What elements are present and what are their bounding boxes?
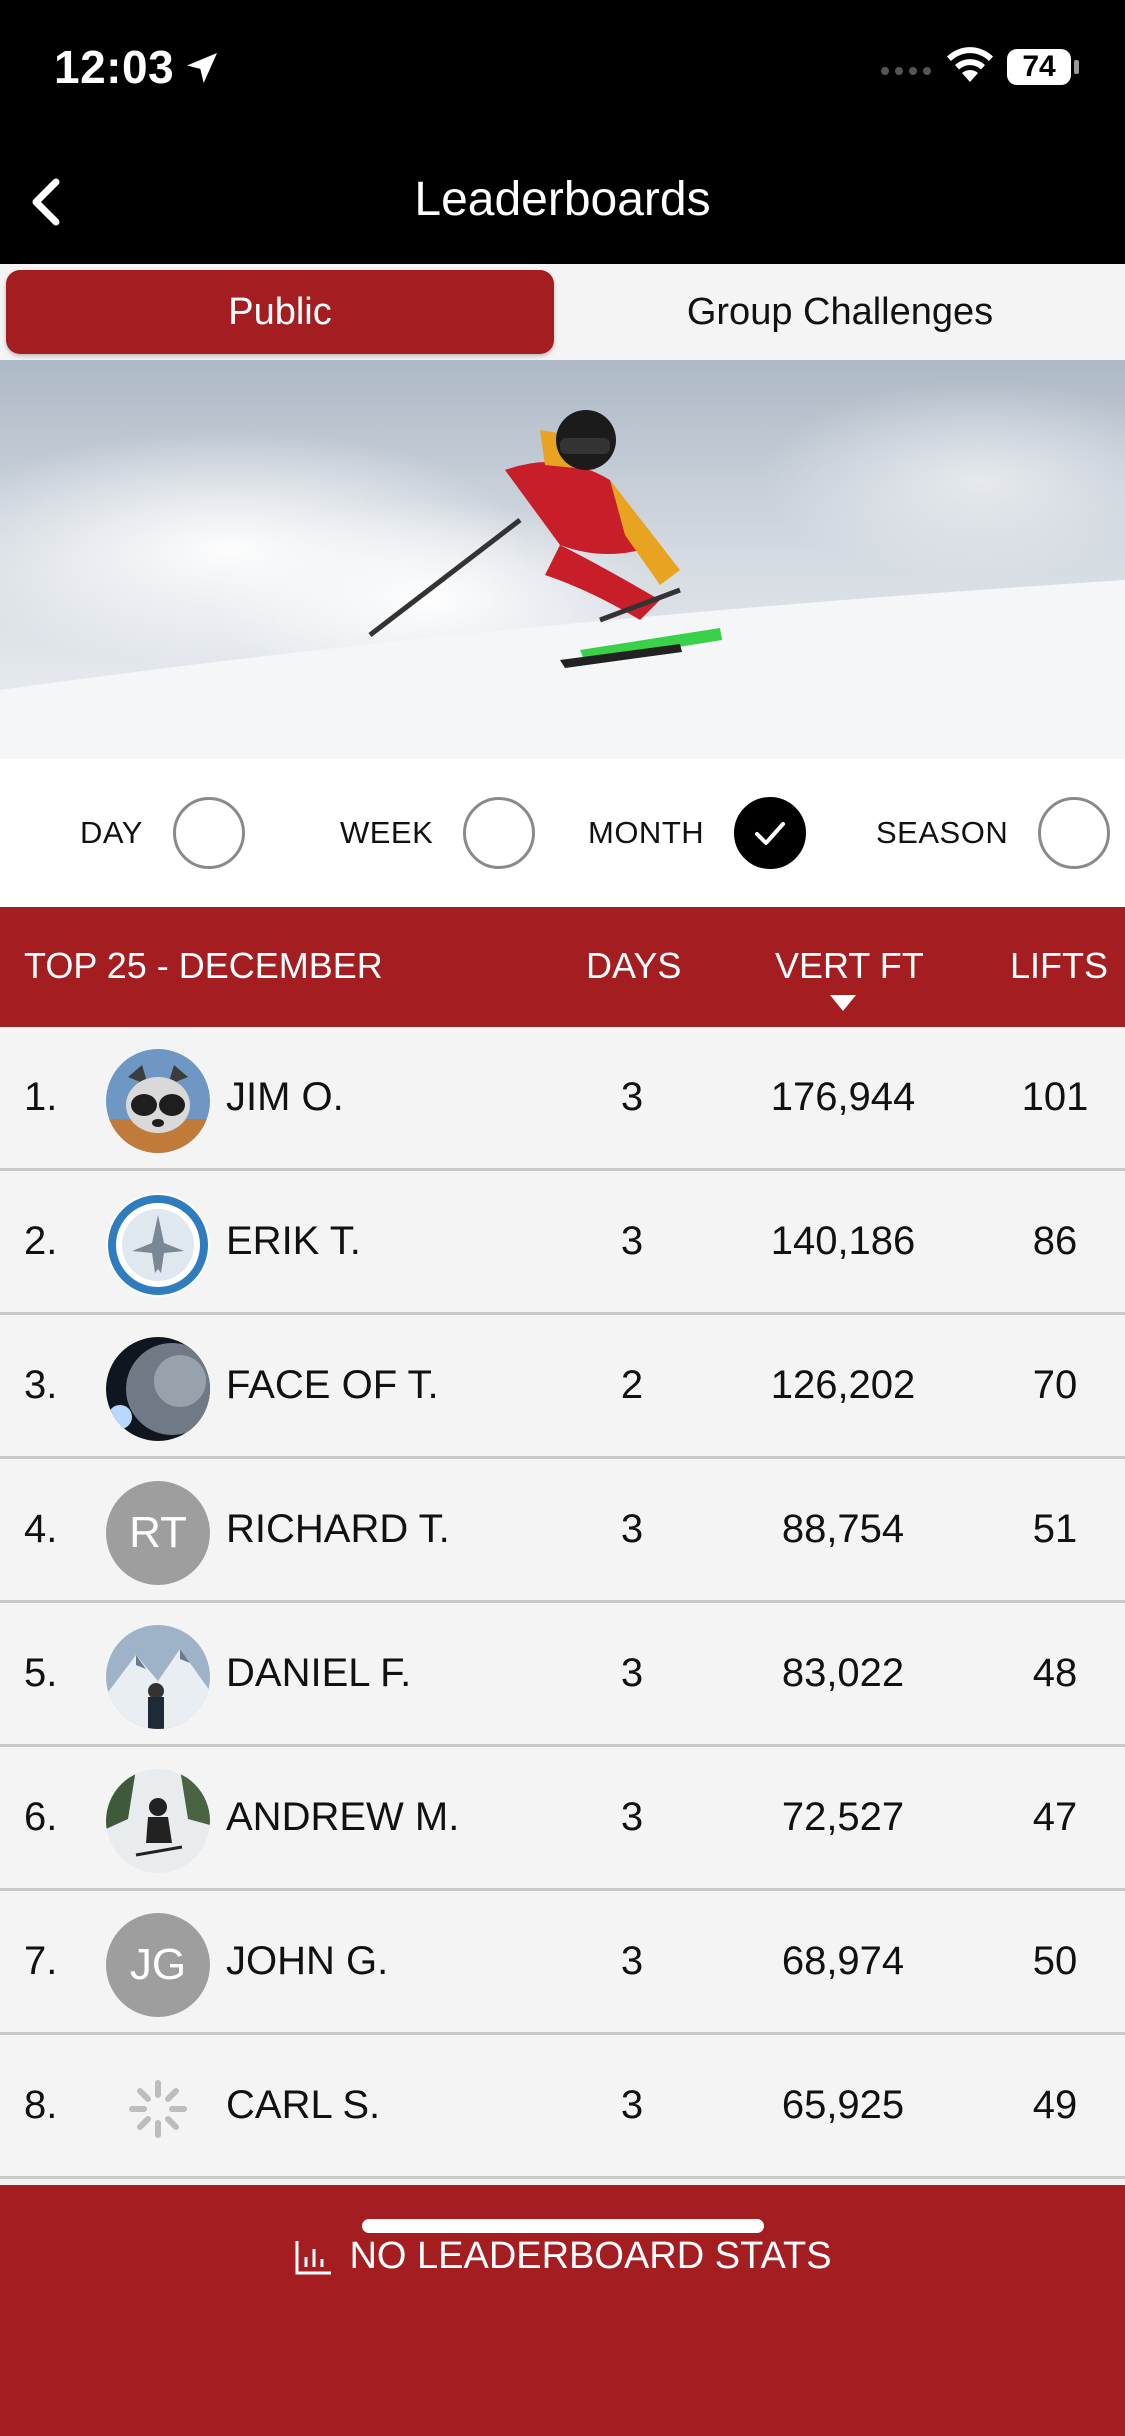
table-row[interactable]: 5. DANIEL F. 3 83,022 48 <box>0 1603 1125 1747</box>
row-lifts: 49 <box>1032 2083 1078 2127</box>
table-row[interactable]: 3. FACE OF T. 2 126,202 70 <box>0 1315 1125 1459</box>
home-indicator[interactable] <box>362 2219 764 2233</box>
row-days: 3 <box>620 2083 644 2127</box>
row-rank: 7. <box>24 1939 58 1983</box>
row-vert: 65,925 <box>781 2083 905 2127</box>
row-lifts: 86 <box>1032 1219 1078 1263</box>
raccoon-avatar <box>106 1049 210 1153</box>
wifi-icon <box>947 47 993 82</box>
period-week[interactable]: WEEK <box>340 759 536 907</box>
no-leaderboard-stats-label: NO LEADERBOARD STATS <box>349 2235 832 2277</box>
period-month-label: MONTH <box>588 815 705 850</box>
cellular-signal-icon <box>881 67 931 75</box>
row-rank: 6. <box>24 1795 58 1839</box>
leaderboard-list: 1. JIM O. 3 176,944 101 2. ERIK T. 3 140… <box>0 1027 1125 2179</box>
row-lifts: 47 <box>1032 1795 1078 1839</box>
row-rank: 1. <box>24 1075 58 1119</box>
row-vert: 126,202 <box>770 1363 916 1407</box>
status-bar: 12:03 74 <box>0 0 1125 140</box>
row-vert: 88,754 <box>781 1507 905 1551</box>
period-season[interactable]: SEASON <box>876 759 1111 907</box>
initials-avatar: JG <box>106 1913 210 2017</box>
row-lifts: 70 <box>1032 1363 1078 1407</box>
row-rank: 2. <box>24 1219 58 1263</box>
row-days: 3 <box>620 1651 644 1695</box>
leaderboard-type-segment: Public Group Challenges <box>0 264 1125 360</box>
row-days: 3 <box>620 1507 644 1551</box>
no-leaderboard-stats-button[interactable]: NO LEADERBOARD STATS <box>0 2235 1125 2278</box>
row-days: 3 <box>620 1795 644 1839</box>
period-season-radio[interactable] <box>1038 797 1111 869</box>
bar-chart-icon <box>295 2240 332 2274</box>
table-row[interactable]: 2. ERIK T. 3 140,186 86 <box>0 1171 1125 1315</box>
row-name: JOHN G. <box>226 1939 389 1983</box>
row-vert: 176,944 <box>770 1075 916 1119</box>
row-vert: 83,022 <box>781 1651 905 1695</box>
row-lifts: 48 <box>1032 1651 1078 1695</box>
table-row[interactable]: 6. ANDREW M. 3 72,527 47 <box>0 1747 1125 1891</box>
row-name: CARL S. <box>226 2083 381 2127</box>
row-vert: 68,974 <box>781 1939 905 1983</box>
row-rank: 5. <box>24 1651 58 1695</box>
row-lifts: 101 <box>1021 1075 1089 1119</box>
leaderboard-header: TOP 25 - DECEMBER DAYS VERT FT LIFTS <box>0 907 1125 1027</box>
table-row[interactable]: 1. JIM O. 3 176,944 101 <box>0 1027 1125 1171</box>
row-name: FACE OF T. <box>226 1363 439 1407</box>
tab-group-challenges[interactable]: Group Challenges <box>560 270 1120 354</box>
location-arrow-icon <box>187 53 217 83</box>
row-name: RICHARD T. <box>226 1507 450 1551</box>
nav-bar: Leaderboards <box>0 140 1125 264</box>
period-week-radio[interactable] <box>463 797 536 869</box>
checkmark-icon <box>755 822 786 845</box>
squadron-badge-avatar <box>106 1193 210 1297</box>
period-day-radio[interactable] <box>172 797 245 869</box>
initials-avatar: RT <box>106 1481 210 1585</box>
table-row[interactable]: 8. CARL S. 3 65,925 49 <box>0 2035 1125 2179</box>
battery-level: 74 <box>1022 50 1056 83</box>
period-season-label: SEASON <box>876 815 1009 850</box>
row-days: 3 <box>620 1939 644 1983</box>
column-lifts[interactable]: LIFTS <box>1010 945 1108 987</box>
tab-public[interactable]: Public <box>6 270 554 354</box>
period-day[interactable]: DAY <box>80 759 245 907</box>
column-days[interactable]: DAYS <box>586 945 681 987</box>
row-name: ANDREW M. <box>226 1795 460 1839</box>
row-rank: 3. <box>24 1363 58 1407</box>
row-name: ERIK T. <box>226 1219 361 1263</box>
period-week-label: WEEK <box>340 815 434 850</box>
status-time: 12:03 <box>54 41 175 93</box>
row-name: JIM O. <box>226 1075 344 1119</box>
mountain-avatar <box>106 1625 210 1729</box>
period-month-radio[interactable] <box>734 797 807 869</box>
skier-avatar <box>106 1769 210 1873</box>
row-vert: 72,527 <box>781 1795 905 1839</box>
table-row[interactable]: 4. RT RICHARD T. 3 88,754 51 <box>0 1459 1125 1603</box>
row-lifts: 51 <box>1032 1507 1078 1551</box>
column-vert-ft[interactable]: VERT FT <box>775 945 924 987</box>
row-days: 2 <box>620 1363 644 1407</box>
row-vert: 140,186 <box>770 1219 916 1263</box>
row-days: 3 <box>620 1219 644 1263</box>
row-name: DANIEL F. <box>226 1651 412 1695</box>
row-rank: 4. <box>24 1507 58 1551</box>
leaderboard-title: TOP 25 - DECEMBER <box>24 945 383 986</box>
period-day-label: DAY <box>80 815 143 850</box>
row-days: 3 <box>620 1075 644 1119</box>
sort-descending-icon <box>830 995 856 1011</box>
period-selector: DAY WEEK MONTH SEASON <box>0 759 1125 907</box>
planet-avatar <box>106 1337 210 1441</box>
table-row[interactable]: 7. JG JOHN G. 3 68,974 50 <box>0 1891 1125 2035</box>
row-rank: 8. <box>24 2083 58 2127</box>
period-month[interactable]: MONTH <box>588 759 807 907</box>
row-lifts: 50 <box>1032 1939 1078 1983</box>
page-title: Leaderboards <box>414 173 711 226</box>
loading-spinner-icon <box>106 2057 210 2161</box>
hero-skier-image <box>0 360 1125 759</box>
